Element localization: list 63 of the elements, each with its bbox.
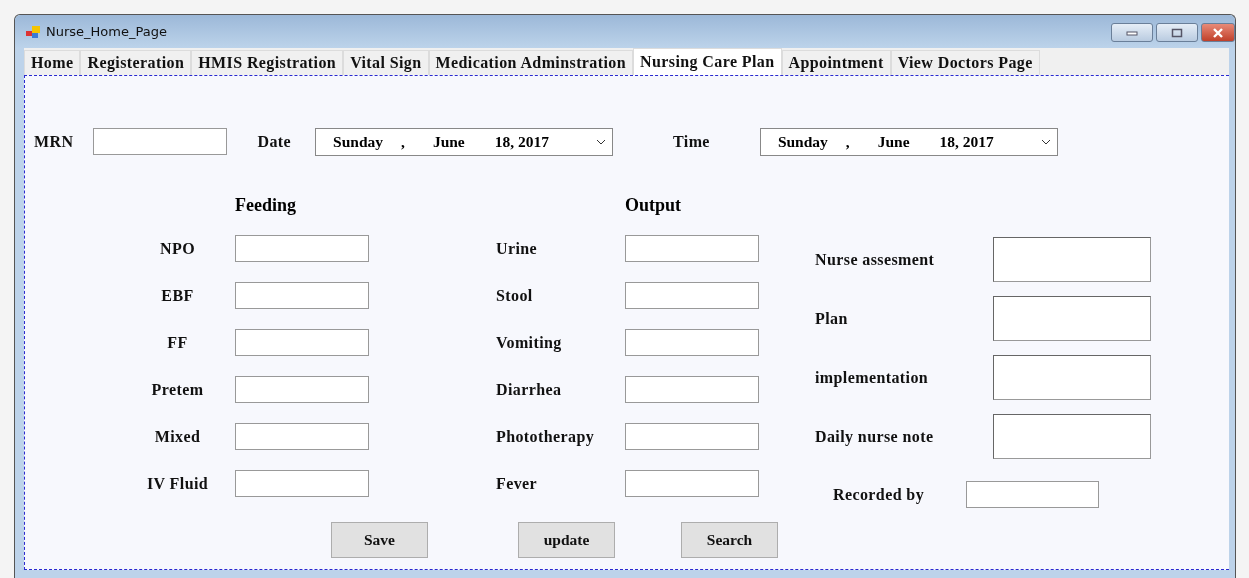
chevron-down-icon xyxy=(596,138,606,145)
text-area[interactable] xyxy=(993,355,1151,400)
tab[interactable]: Appointment xyxy=(781,50,891,75)
tab[interactable]: View Doctors Page xyxy=(890,50,1040,75)
field-label: IV Fluid xyxy=(145,474,210,493)
input-field[interactable] xyxy=(625,235,759,262)
window-title: Nurse_Home_Page xyxy=(46,24,167,39)
section-heading: Feeding xyxy=(235,195,297,216)
field-label: Nurse assesment xyxy=(815,250,936,269)
field-label: Mixed xyxy=(153,427,202,446)
close-icon xyxy=(1212,27,1224,38)
chevron-down-icon xyxy=(1040,138,1051,145)
close-button[interactable] xyxy=(1201,23,1235,42)
input-field[interactable] xyxy=(625,470,759,497)
field-label: Urine xyxy=(496,239,539,258)
input-field[interactable] xyxy=(966,481,1099,508)
update-button[interactable]: update xyxy=(518,522,615,558)
search-button[interactable]: Search xyxy=(681,522,778,558)
tab[interactable]: Registeration xyxy=(80,50,192,75)
field-label: Daily nurse note xyxy=(815,427,935,446)
minimize-icon xyxy=(1126,29,1138,36)
field-label: Stool xyxy=(496,286,534,305)
input-field[interactable] xyxy=(625,329,759,356)
input-field[interactable] xyxy=(625,376,759,403)
save-button[interactable]: Save xyxy=(331,522,428,558)
tab[interactable]: Nursing Care Plan xyxy=(633,48,782,75)
field-label: Phototherapy xyxy=(496,427,596,446)
tab[interactable]: Home xyxy=(24,50,81,75)
app-icon xyxy=(26,25,40,38)
input-field[interactable] xyxy=(235,470,369,497)
field-label: Plan xyxy=(815,309,849,328)
input-field[interactable] xyxy=(235,282,369,309)
input-field[interactable] xyxy=(235,235,369,262)
text-area[interactable] xyxy=(993,237,1151,282)
field-label: implementation xyxy=(815,368,930,387)
time-picker[interactable]: Sunday , June 18, 2017 xyxy=(759,127,1058,156)
section-heading: Output xyxy=(625,195,683,216)
field-label: Pretem xyxy=(150,380,205,399)
tab[interactable]: HMIS Registration xyxy=(191,50,344,75)
field-label: NPO xyxy=(159,239,196,258)
input-field[interactable] xyxy=(235,376,369,403)
input-field[interactable] xyxy=(625,423,759,450)
input-field[interactable] xyxy=(235,329,369,356)
date-picker[interactable]: Sunday , June 18, 2017 xyxy=(315,127,613,156)
field-label: Fever xyxy=(496,474,539,493)
tab[interactable]: Medication Adminstration xyxy=(428,50,634,75)
input-field[interactable] xyxy=(625,282,759,309)
input-field[interactable] xyxy=(235,423,369,450)
field-label: EBF xyxy=(160,286,195,305)
tab[interactable]: Vital Sign xyxy=(343,50,429,75)
field-label: Time xyxy=(673,132,710,151)
field-label: Vomiting xyxy=(496,333,563,352)
field-label: Date xyxy=(257,132,291,151)
field-label: Recorded by xyxy=(833,485,926,504)
text-area[interactable] xyxy=(993,296,1151,341)
maximize-button[interactable] xyxy=(1156,23,1198,42)
input-field[interactable] xyxy=(93,128,228,155)
field-label: FF xyxy=(166,333,189,352)
field-label: Diarrhea xyxy=(496,380,563,399)
minimize-button[interactable] xyxy=(1111,23,1153,42)
maximize-icon xyxy=(1171,27,1183,38)
text-area[interactable] xyxy=(993,414,1151,459)
field-label: MRN xyxy=(34,132,74,151)
